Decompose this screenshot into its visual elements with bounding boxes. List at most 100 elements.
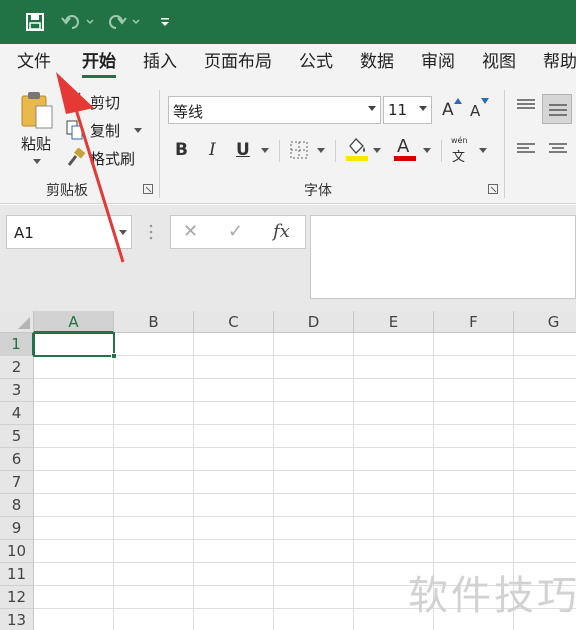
tab-insert[interactable]: 插入 [143, 44, 177, 80]
align-left-icon[interactable] [516, 142, 536, 156]
align-middle-button[interactable] [542, 94, 572, 124]
phonetic-guide-button[interactable]: wén 文 [450, 136, 472, 165]
bold-button[interactable]: B [175, 140, 188, 160]
formula-input[interactable] [310, 215, 576, 299]
row-header-7[interactable]: 7 [0, 471, 34, 494]
column-header-f[interactable]: F [434, 311, 514, 333]
column-header-g[interactable]: G [514, 311, 576, 333]
italic-button[interactable]: I [209, 140, 216, 160]
chevron-down-icon [119, 230, 127, 235]
chevron-down-icon [368, 106, 376, 111]
row-gridline [34, 470, 576, 471]
column-header-a[interactable]: A [34, 311, 114, 333]
formula-bar-area: A1 ✕ ✓ fx [0, 205, 576, 311]
shrink-font-button[interactable]: A [470, 98, 490, 122]
group-divider [504, 90, 505, 198]
row-header-13[interactable]: 13 [0, 609, 34, 630]
format-painter-label: 格式刷 [90, 150, 136, 168]
active-cell[interactable] [33, 332, 115, 357]
fill-color-icon[interactable] [345, 136, 369, 162]
cut-label: 剪切 [90, 94, 121, 112]
enter-icon[interactable]: ✓ [228, 221, 243, 242]
customize-qat-icon[interactable] [156, 9, 174, 35]
font-color-dropdown-icon[interactable] [423, 148, 431, 153]
excel-window: 文件 开始 插入 页面布局 公式 数据 审阅 视图 帮助 粘贴 剪切 复制 格式… [0, 0, 576, 630]
row-header-2[interactable]: 2 [0, 356, 34, 379]
cancel-icon[interactable]: ✕ [183, 221, 198, 242]
row-header-1[interactable]: 1 [0, 333, 34, 356]
tab-file[interactable]: 文件 [17, 44, 51, 80]
ribbon-tabs: 文件 开始 插入 页面布局 公式 数据 审阅 视图 帮助 [0, 44, 576, 84]
font-name-select[interactable]: 等线 [168, 96, 381, 124]
copy-button[interactable]: 复制 [64, 118, 146, 142]
border-icon[interactable] [289, 140, 309, 160]
phonetic-pinyin: wén [451, 136, 468, 145]
insert-function-icon[interactable]: fx [273, 221, 290, 242]
column-header-d[interactable]: D [274, 311, 354, 333]
tab-formulas[interactable]: 公式 [299, 44, 333, 80]
row-header-5[interactable]: 5 [0, 425, 34, 448]
align-center-icon[interactable] [548, 142, 568, 156]
row-header-9[interactable]: 9 [0, 517, 34, 540]
grow-font-button[interactable]: A [442, 98, 462, 122]
shrink-font-letter: A [470, 102, 481, 120]
title-bar [0, 0, 576, 44]
tab-data[interactable]: 数据 [360, 44, 394, 80]
column-header-e[interactable]: E [354, 311, 434, 333]
name-box[interactable]: A1 [6, 215, 132, 249]
triangle-up-icon [454, 98, 462, 104]
row-header-4[interactable]: 4 [0, 402, 34, 425]
phonetic-dropdown-icon[interactable] [479, 148, 487, 153]
phonetic-char: 文 [452, 150, 466, 165]
align-top-icon[interactable] [516, 98, 536, 112]
font-color-letter: A [397, 136, 410, 157]
font-divider [441, 140, 442, 162]
row-header-3[interactable]: 3 [0, 379, 34, 402]
paste-button[interactable]: 粘贴 [14, 88, 58, 172]
tab-help[interactable]: 帮助 [543, 44, 576, 80]
paste-dropdown-icon [33, 159, 41, 164]
copy-dropdown-icon [134, 128, 142, 133]
font-name-value: 等线 [173, 103, 204, 121]
paste-icon [21, 92, 53, 129]
grow-font-letter: A [442, 100, 454, 120]
clipboard-group-label: 剪贴板 [46, 183, 88, 199]
undo-icon[interactable] [58, 9, 98, 35]
column-header-c[interactable]: C [194, 311, 274, 333]
font-color-swatch [394, 156, 416, 161]
font-size-select[interactable]: 11 [383, 96, 432, 124]
row-gridline [34, 493, 576, 494]
font-size-value: 11 [388, 101, 408, 119]
fill-color-dropdown-icon[interactable] [373, 148, 381, 153]
select-all-button[interactable] [0, 311, 34, 333]
tab-review[interactable]: 审阅 [421, 44, 455, 80]
watermark: 软件技巧 [408, 573, 576, 619]
row-header-11[interactable]: 11 [0, 563, 34, 586]
column-header-b[interactable]: B [114, 311, 194, 333]
clipboard-launcher-icon[interactable] [143, 184, 153, 194]
brush-icon [67, 148, 86, 166]
underline-dropdown-icon[interactable] [261, 148, 269, 153]
save-icon[interactable] [22, 9, 48, 35]
drag-handle-icon[interactable] [148, 223, 154, 241]
font-color-button[interactable]: A [394, 136, 416, 162]
tab-view[interactable]: 视图 [482, 44, 516, 80]
cut-button[interactable]: 剪切 [64, 90, 144, 114]
align-middle-icon [549, 104, 567, 116]
underline-button[interactable]: U [236, 140, 250, 160]
redo-icon[interactable] [104, 9, 144, 35]
row-header-8[interactable]: 8 [0, 494, 34, 517]
tab-page-layout[interactable]: 页面布局 [204, 44, 272, 80]
paste-label: 粘贴 [21, 135, 52, 153]
font-launcher-icon[interactable] [488, 184, 498, 194]
format-painter-button[interactable]: 格式刷 [64, 146, 144, 170]
row-gridline [34, 378, 576, 379]
tab-home[interactable]: 开始 [82, 44, 116, 80]
row-header-10[interactable]: 10 [0, 540, 34, 563]
row-gridline [34, 401, 576, 402]
name-box-value: A1 [14, 224, 34, 242]
row-header-12[interactable]: 12 [0, 586, 34, 609]
fill-handle[interactable] [111, 353, 117, 359]
row-header-6[interactable]: 6 [0, 448, 34, 471]
border-dropdown-icon[interactable] [317, 148, 325, 153]
